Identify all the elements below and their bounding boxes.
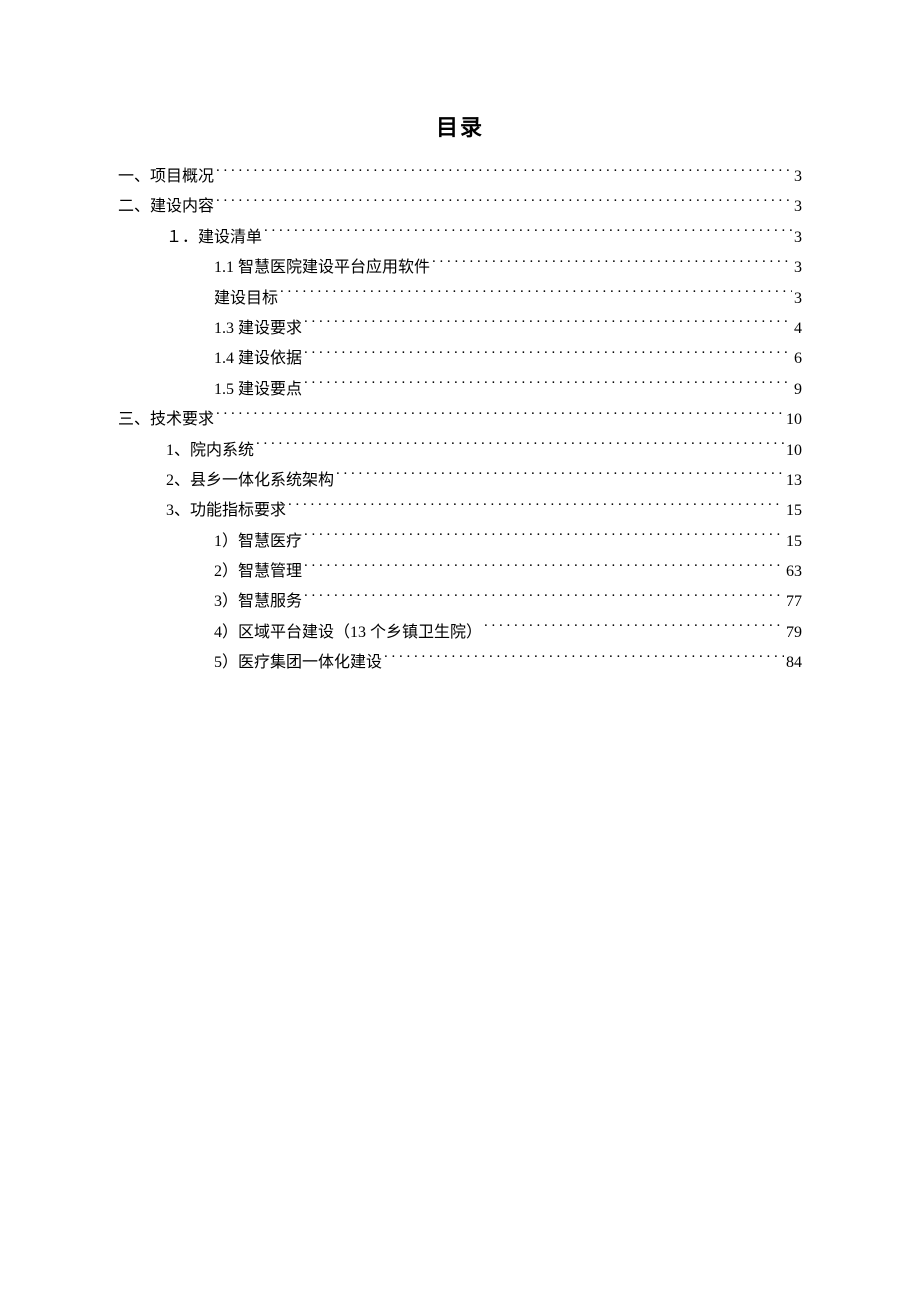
toc-entry: 二、建设内容 3: [118, 192, 802, 222]
toc-entry: １．建设清单 3: [118, 223, 802, 253]
toc-entry-label: 4）区域平台建设（13 个乡镇卫生院）: [214, 618, 482, 648]
toc-entry-page: 3: [794, 223, 802, 253]
toc-leader-dots: [216, 195, 792, 211]
toc-entry: 1.3 建设要求 4: [118, 314, 802, 344]
toc-leader-dots: [288, 499, 784, 515]
toc-entry-label: 5）医疗集团一体化建设: [214, 648, 382, 678]
toc-leader-dots: [304, 347, 792, 363]
toc-leader-dots: [216, 165, 792, 181]
toc-leader-dots: [280, 287, 792, 303]
toc-entry: 4）区域平台建设（13 个乡镇卫生院） 79: [118, 618, 802, 648]
toc-entry-page: 15: [786, 496, 802, 526]
toc-leader-dots: [432, 256, 792, 272]
toc-entry: 建设目标 3: [118, 284, 802, 314]
toc-entry: 5）医疗集团一体化建设 84: [118, 648, 802, 678]
toc-entry-page: 10: [786, 405, 802, 435]
toc-entry: 1、院内系统 10: [118, 436, 802, 466]
toc-entry: 2、县乡一体化系统架构 13: [118, 466, 802, 496]
toc-entry-label: 建设目标: [214, 284, 278, 314]
toc-entry-label: 1、院内系统: [166, 436, 254, 466]
toc-entry: 3）智慧服务 77: [118, 587, 802, 617]
toc-entry-page: 79: [786, 618, 802, 648]
toc-entry: 3、功能指标要求 15: [118, 496, 802, 526]
toc-leader-dots: [304, 317, 792, 333]
toc-leader-dots: [304, 378, 792, 394]
toc-entry-page: 63: [786, 557, 802, 587]
toc-leader-dots: [264, 226, 792, 242]
toc-leader-dots: [216, 408, 784, 424]
toc-entry-label: 2）智慧管理: [214, 557, 302, 587]
toc-leader-dots: [304, 560, 784, 576]
toc-entry-label: 3、功能指标要求: [166, 496, 286, 526]
toc-leader-dots: [484, 621, 784, 637]
toc-entry: 1.5 建设要点 9: [118, 375, 802, 405]
toc-leader-dots: [304, 590, 784, 606]
toc-leader-dots: [384, 651, 784, 667]
toc-entry-label: 1.5 建设要点: [214, 375, 302, 405]
toc-entry-page: 15: [786, 527, 802, 557]
toc-entry: 一、项目概况 3: [118, 162, 802, 192]
toc-container: 一、项目概况3二、建设内容3１．建设清单31.1 智慧医院建设平台应用软件3建设…: [118, 162, 802, 679]
toc-entry-page: 3: [794, 284, 802, 314]
toc-entry: 三、技术要求 10: [118, 405, 802, 435]
toc-entry-page: 77: [786, 587, 802, 617]
toc-entry-label: 三、技术要求: [118, 405, 214, 435]
toc-entry-page: 3: [794, 253, 802, 283]
toc-entry-label: 二、建设内容: [118, 192, 214, 222]
toc-entry-label: 1.1 智慧医院建设平台应用软件: [214, 253, 430, 283]
toc-entry: 1）智慧医疗 15: [118, 527, 802, 557]
toc-entry: 1.4 建设依据 6: [118, 344, 802, 374]
toc-entry-label: 一、项目概况: [118, 162, 214, 192]
toc-entry: 2）智慧管理 63: [118, 557, 802, 587]
toc-entry-label: 3）智慧服务: [214, 587, 302, 617]
toc-entry-page: 84: [786, 648, 802, 678]
toc-entry-page: 6: [794, 344, 802, 374]
toc-entry-page: 3: [794, 162, 802, 192]
toc-entry-label: 1.4 建设依据: [214, 344, 302, 374]
toc-entry-page: 9: [794, 375, 802, 405]
toc-leader-dots: [304, 530, 784, 546]
toc-entry-label: 1.3 建设要求: [214, 314, 302, 344]
toc-entry: 1.1 智慧医院建设平台应用软件 3: [118, 253, 802, 283]
toc-leader-dots: [336, 469, 784, 485]
toc-entry-page: 13: [786, 466, 802, 496]
toc-entry-label: １．建设清单: [166, 223, 262, 253]
toc-title: 目录: [118, 110, 802, 142]
toc-entry-page: 3: [794, 192, 802, 222]
toc-entry-page: 10: [786, 436, 802, 466]
toc-entry-label: 1）智慧医疗: [214, 527, 302, 557]
toc-entry-label: 2、县乡一体化系统架构: [166, 466, 334, 496]
toc-entry-page: 4: [794, 314, 802, 344]
toc-leader-dots: [256, 439, 784, 455]
